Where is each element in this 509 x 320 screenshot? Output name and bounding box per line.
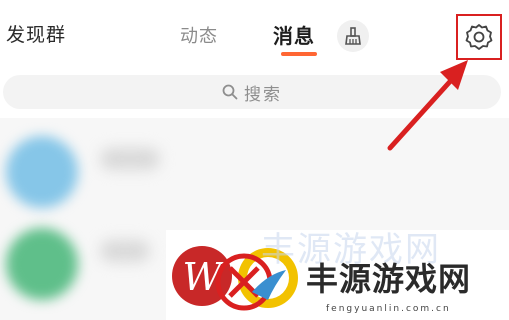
watermark-url: fengyuanlin.com.cn	[326, 304, 451, 314]
watermark-brand: 丰源游戏网	[306, 260, 472, 298]
watermark: W 丰源游戏网 丰源游戏网 fengyuanlin.com.cn	[166, 230, 509, 320]
